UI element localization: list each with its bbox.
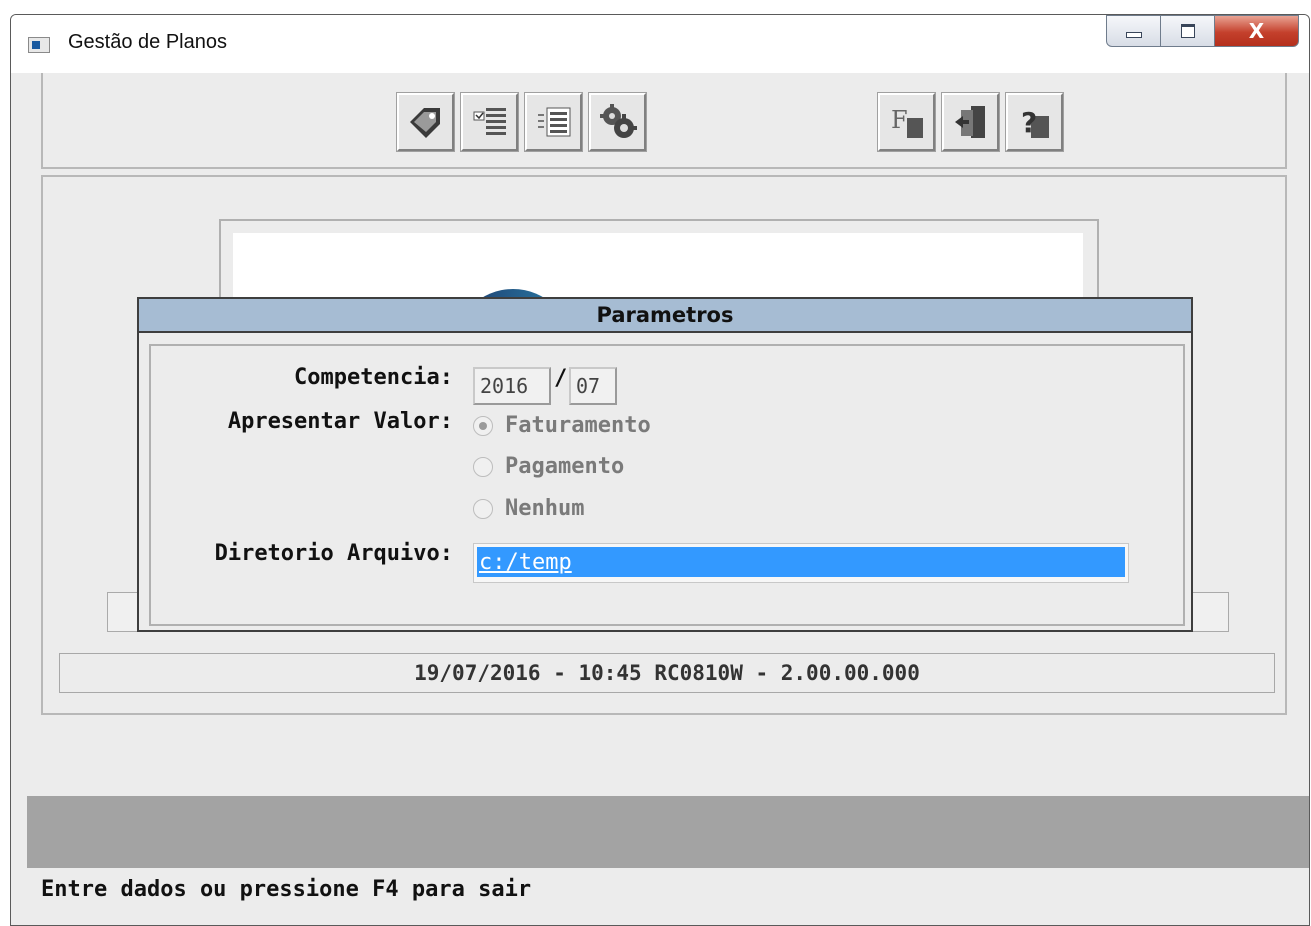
close-button[interactable]: X xyxy=(1214,15,1299,47)
maximize-button[interactable] xyxy=(1160,15,1215,47)
radio-pagamento[interactable]: Pagamento xyxy=(473,454,624,479)
radio-label: Pagamento xyxy=(505,454,625,479)
list-button[interactable] xyxy=(524,92,583,152)
exit-button[interactable] xyxy=(941,92,1000,152)
competencia-label: Competencia: xyxy=(294,365,453,390)
checklist-button[interactable] xyxy=(460,92,519,152)
list-icon xyxy=(537,107,570,137)
dialog-title: Parametros xyxy=(139,299,1191,333)
window-title: Gestão de Planos xyxy=(68,31,227,53)
diretorio-arquivo-input[interactable]: c:/temp xyxy=(473,543,1129,583)
help-icon: ? xyxy=(1021,106,1049,139)
title-bar: Gestão de Planos X xyxy=(11,15,1309,73)
radio-button[interactable] xyxy=(473,456,493,477)
close-icon: X xyxy=(1248,19,1265,43)
svg-text:?: ? xyxy=(1021,106,1037,139)
help-button[interactable]: ? xyxy=(1005,92,1064,152)
year-field[interactable]: 2016 xyxy=(473,367,551,405)
radio-button[interactable] xyxy=(473,498,493,519)
radio-label: Faturamento xyxy=(505,413,651,438)
radio-label: Nenhum xyxy=(505,496,585,521)
toolbar: F ? xyxy=(41,73,1287,169)
gears-icon xyxy=(599,104,637,138)
radio-nenhum[interactable]: Nenhum xyxy=(473,496,584,521)
minimize-icon xyxy=(1125,32,1142,38)
app-icon xyxy=(28,37,50,53)
maximize-icon xyxy=(1180,24,1195,38)
tag-button[interactable] xyxy=(396,92,455,152)
dialog-form: Competencia: 2016 / 07 Apresentar Valor:… xyxy=(149,344,1185,626)
footer-band xyxy=(27,796,1309,868)
status-message: Entre dados ou pressione F4 para sair xyxy=(41,877,532,902)
tag-icon xyxy=(409,108,440,138)
month-field[interactable]: 07 xyxy=(569,367,617,405)
svg-text:F: F xyxy=(891,106,908,134)
diretorio-arquivo-label: Diretorio Arquivo: xyxy=(214,541,453,566)
program-status-line: 19/07/2016 - 10:45 RC0810W - 2.00.00.000 xyxy=(59,653,1275,693)
f-icon: F xyxy=(891,106,923,138)
minimize-button[interactable] xyxy=(1106,15,1161,47)
radio-button-selected[interactable] xyxy=(473,415,493,436)
radio-faturamento[interactable]: Faturamento xyxy=(473,413,651,438)
diretorio-value-selected: c:/temp xyxy=(477,547,1125,577)
f-button[interactable]: F xyxy=(877,92,936,152)
gears-button[interactable] xyxy=(588,92,647,152)
checklist-icon xyxy=(473,108,506,135)
exit-door-icon xyxy=(954,106,985,138)
parametros-dialog: Parametros Competencia: 2016 / 07 Aprese… xyxy=(137,297,1193,632)
apresentar-valor-label: Apresentar Valor: xyxy=(227,409,453,434)
date-separator: / xyxy=(554,366,568,391)
